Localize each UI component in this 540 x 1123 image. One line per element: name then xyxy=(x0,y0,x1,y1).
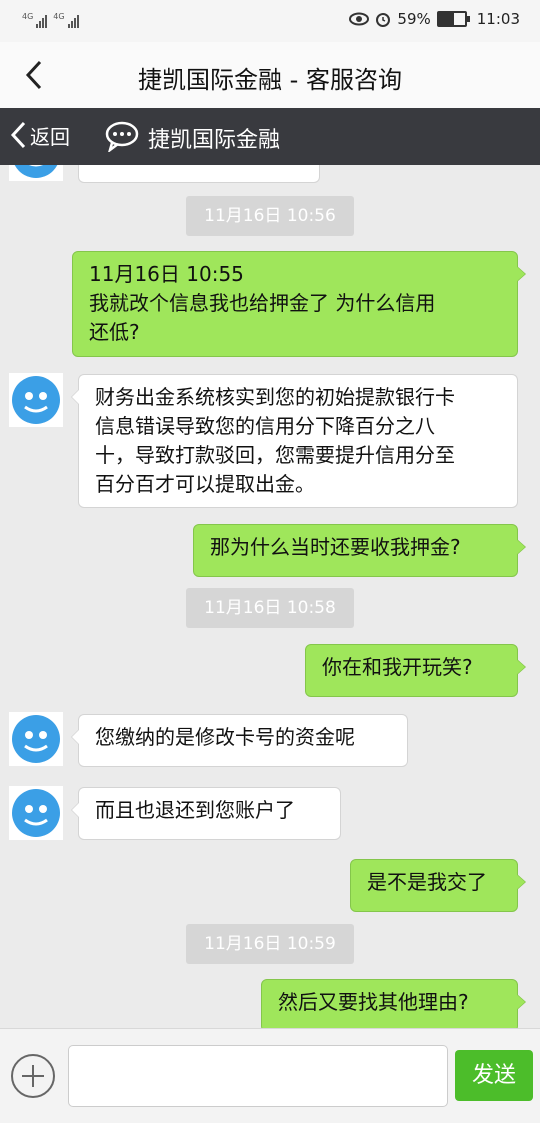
message-bubble-incoming: 您缴纳的是修改卡号的资金呢 xyxy=(71,714,408,767)
add-icon[interactable] xyxy=(10,1053,56,1099)
signal-group: 4G 4G xyxy=(22,12,79,28)
alarm-icon xyxy=(376,13,391,27)
agent-avatar xyxy=(9,786,63,840)
message-bubble-incoming: 而且也退还到您账户了 xyxy=(71,787,341,840)
signal-icon: 4G xyxy=(53,12,79,28)
chat-area[interactable]: 11月16日 10:56 11月16日 10:55 我就改个信息我也给押金了 为… xyxy=(0,165,540,1028)
message-bubble-incoming: 财务出金系统核实到您的初始提款银行卡 信息错误导致您的信用分下降百分之八 十，导… xyxy=(71,374,518,508)
timestamp: 11月16日 10:59 xyxy=(186,924,354,964)
message-input[interactable] xyxy=(68,1045,448,1107)
send-button[interactable]: 发送 xyxy=(455,1050,533,1101)
chevron-left-icon xyxy=(10,121,26,149)
top-header: 捷凯国际金融 - 客服咨询 xyxy=(0,42,540,109)
eye-icon xyxy=(349,12,370,26)
clock: 11:03 xyxy=(476,10,520,28)
signal-icon: 4G xyxy=(22,12,48,28)
input-bar: 发送 xyxy=(0,1028,540,1123)
agent-avatar xyxy=(9,712,63,766)
agent-avatar xyxy=(9,373,63,427)
back-button[interactable]: 返回 xyxy=(8,120,70,150)
chat-header: 返回 捷凯国际金融 xyxy=(0,108,540,165)
back-label: 返回 xyxy=(30,124,70,149)
chat-bubble-icon xyxy=(105,121,139,152)
message-bubble-outgoing: 你在和我开玩笑? xyxy=(305,644,526,697)
battery-icon xyxy=(436,11,470,27)
message-bubble-outgoing: 然后又要找其他理由? xyxy=(261,979,526,1028)
message-bubble-outgoing: 11月16日 10:55 我就改个信息我也给押金了 为什么信用 还低? xyxy=(72,251,526,357)
message-bubble-outgoing: 是不是我交了 xyxy=(350,859,526,912)
message-bubble-partial xyxy=(78,165,320,183)
page-title: 捷凯国际金融 - 客服咨询 xyxy=(138,66,402,94)
timestamp: 11月16日 10:56 xyxy=(186,196,354,236)
chat-title: 捷凯国际金融 xyxy=(148,128,281,153)
status-bar: 4G 4G 59% 11:03 xyxy=(0,0,540,42)
timestamp: 11月16日 10:58 xyxy=(186,588,354,628)
battery-percent: 59% xyxy=(397,10,431,28)
message-bubble-outgoing: 那为什么当时还要收我押金? xyxy=(193,524,526,577)
agent-avatar xyxy=(9,165,63,181)
